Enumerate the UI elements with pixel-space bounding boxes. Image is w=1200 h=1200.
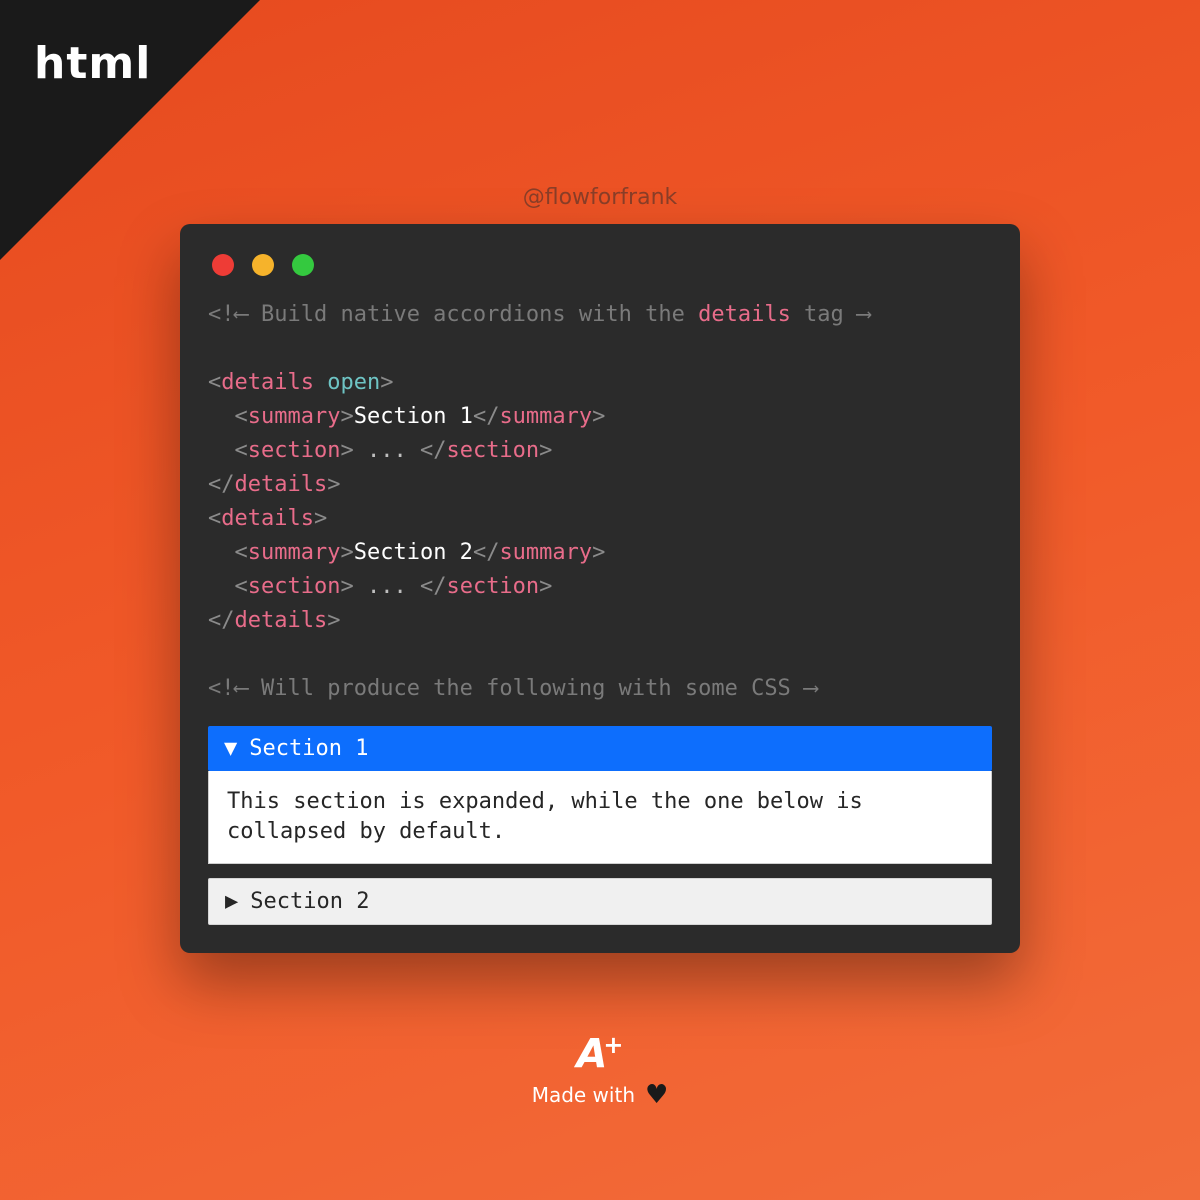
canvas: html @flowforfrank <!⟵ Build native acco… [0, 0, 1200, 1200]
code-window: <!⟵ Build native accordions with the det… [180, 224, 1020, 953]
minimize-icon [252, 254, 274, 276]
accordion-item-1-header[interactable]: ▼ Section 1 [208, 726, 992, 771]
footer-logo: A+ [0, 1033, 1200, 1074]
accordion-item-2-header[interactable]: ▶ Section 2 [208, 878, 992, 925]
accordion-item-2-title: Section 2 [250, 889, 369, 914]
author-handle: @flowforfrank [0, 185, 1200, 210]
accordion-item-1-body: This section is expanded, while the one … [208, 771, 992, 864]
chevron-down-icon: ▼ [224, 736, 237, 761]
accordion-item-1-title: Section 1 [249, 736, 368, 761]
maximize-icon [292, 254, 314, 276]
code-block: <!⟵ Build native accordions with the det… [208, 298, 992, 706]
close-icon [212, 254, 234, 276]
traffic-lights [208, 248, 992, 298]
accordion-preview: ▼ Section 1 This section is expanded, wh… [208, 726, 992, 925]
heart-icon: ♥ [645, 1080, 668, 1110]
made-with-line: Made with ♥ [0, 1080, 1200, 1110]
brand-label: html [34, 38, 151, 89]
chevron-right-icon: ▶ [225, 889, 238, 914]
footer: A+ Made with ♥ [0, 1033, 1200, 1110]
